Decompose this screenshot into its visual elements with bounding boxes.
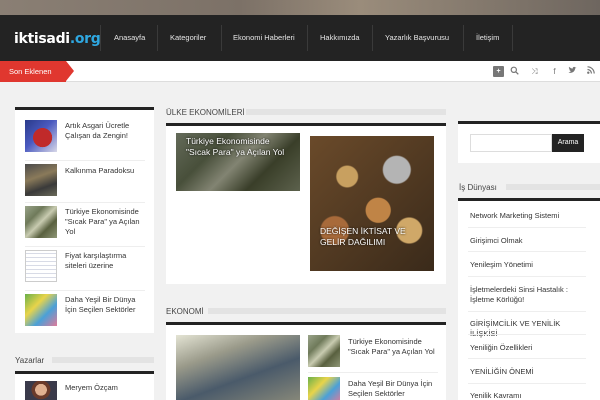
feature-title-gelir-dagilimi[interactable]: DEĞİŞEN İKTİSAT VE GELİR DAĞILIMI: [320, 226, 420, 248]
logo-tld-text: .org: [69, 31, 101, 47]
heading-bar: [208, 308, 446, 314]
shuffle-icon[interactable]: ⤨: [529, 66, 540, 77]
post-title[interactable]: Türkiye Ekonomisinde "Sıcak Para" ya Açı…: [348, 337, 440, 357]
feature-image-gelir-dagilimi[interactable]: [310, 136, 434, 271]
feature-title-sicak-para[interactable]: Türkiye Ekonomisinde "Sıcak Para" ya Açı…: [186, 136, 296, 158]
thumbnail-image[interactable]: [25, 120, 57, 152]
nav-anasayfa[interactable]: Anasayfa: [114, 33, 145, 42]
nav-divider: [463, 25, 464, 51]
authors-widget: Meryem Özçam: [15, 371, 154, 400]
post-title[interactable]: Fiyat karşılaştırma siteleri üzerine: [65, 251, 147, 271]
nav-divider: [100, 25, 101, 51]
site-logo[interactable]: iktisadi.org: [14, 31, 101, 47]
heading-bar: [52, 357, 154, 363]
post-title[interactable]: Kalkınma Paradoksu: [65, 166, 147, 176]
nav-yazarlik-basvurusu[interactable]: Yazarlık Başvurusu: [385, 33, 449, 42]
nav-divider: [372, 25, 373, 51]
thumbnail-image[interactable]: [308, 335, 340, 367]
author-name[interactable]: Meryem Özçam: [65, 383, 147, 393]
search-icon[interactable]: [509, 66, 520, 77]
post-title[interactable]: Artık Asgari Ücretle Çalışan da Zengin!: [65, 121, 147, 141]
link-girisimci-olmak[interactable]: Girişimci Olmak: [470, 236, 585, 246]
search-input[interactable]: [470, 134, 552, 152]
divider: [468, 276, 586, 277]
is-dunyasi-heading: İş Dünyası: [459, 183, 497, 192]
thumbnail-image[interactable]: [25, 250, 57, 282]
nav-iletisim[interactable]: İletişim: [476, 33, 499, 42]
divider: [308, 372, 438, 373]
logo-main-text: iktisadi: [14, 31, 70, 47]
post-title[interactable]: Daha Yeşil Bir Dünya İçin Seçilen Sektör…: [348, 379, 440, 399]
list-item[interactable]: Artık Asgari Ücretle Çalışan da Zengin!: [25, 120, 145, 157]
divider: [468, 251, 586, 252]
divider: [25, 202, 145, 203]
divider: [25, 290, 145, 291]
nav-kategoriler[interactable]: Kategoriler: [170, 33, 206, 42]
list-item[interactable]: Kalkınma Paradoksu: [25, 164, 145, 201]
divider: [25, 160, 145, 161]
divider: [468, 334, 586, 335]
list-item[interactable]: Türkiye Ekonomisinde "Sıcak Para" ya Açı…: [25, 206, 145, 243]
list-item[interactable]: Fiyat karşılaştırma siteleri üzerine: [25, 250, 145, 287]
top-banner-strip: [0, 0, 600, 15]
thumbnail-image[interactable]: [25, 206, 57, 238]
list-item[interactable]: Daha Yeşil Bir Dünya İçin Seçilen Sektör…: [25, 294, 145, 331]
link-girisimcilik-yenilik[interactable]: GİRİŞİMCİLİK VE YENİLİK İLİŞKİSİ: [470, 319, 585, 339]
link-isletme-korlugu[interactable]: İşletmelerdeki Sinsi Hastalık : İşletme …: [470, 285, 585, 305]
feature-image-ekonomi[interactable]: [176, 335, 300, 400]
link-yenilesim-yonetimi[interactable]: Yenileşim Yönetimi: [470, 260, 585, 270]
ekonomi-panel: Türkiye Ekonomisinde "Sıcak Para" ya Açı…: [166, 322, 446, 400]
avatar[interactable]: [25, 381, 57, 400]
divider: [468, 227, 586, 228]
twitter-icon[interactable]: [567, 66, 578, 77]
rss-icon[interactable]: [585, 66, 596, 77]
thumbnail-image[interactable]: [25, 164, 57, 196]
facebook-icon[interactable]: f: [549, 66, 560, 77]
nav-divider: [221, 25, 222, 51]
divider: [25, 246, 145, 247]
heading-bar: [506, 184, 600, 190]
link-network-marketing[interactable]: Network Marketing Sistemi: [470, 211, 585, 221]
divider: [468, 358, 586, 359]
ulke-ekonomileri-panel: Türkiye Ekonomisinde "Sıcak Para" ya Açı…: [166, 123, 446, 284]
nav-divider: [512, 25, 513, 51]
post-title[interactable]: Türkiye Ekonomisinde "Sıcak Para" ya Açı…: [65, 207, 147, 237]
link-yenilik-kavrami[interactable]: Yenilik Kavramı: [470, 391, 585, 400]
link-yeniligin-onemi[interactable]: YENİLİĞİN ÖNEMİ: [470, 367, 585, 377]
link-yeniligin-ozellikleri[interactable]: Yeniliğin Özellikleri: [470, 343, 585, 353]
ticker-bar: Son Eklenen + ⤨ f: [0, 61, 600, 82]
plus-icon[interactable]: +: [493, 66, 504, 77]
divider: [468, 383, 586, 384]
son-eklenen-label: Son Eklenen: [0, 61, 74, 82]
main-navbar: iktisadi.org Anasayfa Kategoriler Ekonom…: [0, 15, 600, 61]
nav-divider: [157, 25, 158, 51]
divider: [468, 311, 586, 312]
nav-divider: [307, 25, 308, 51]
section-title-ulke-ekonomileri[interactable]: ÜLKE EKONOMİLERİ: [166, 108, 245, 117]
authors-heading: Yazarlar: [15, 356, 45, 365]
recent-posts-widget: Artık Asgari Ücretle Çalışan da Zengin! …: [15, 107, 154, 333]
thumbnail-image[interactable]: [308, 377, 340, 400]
thumbnail-image[interactable]: [25, 294, 57, 326]
post-title[interactable]: Daha Yeşil Bir Dünya İçin Seçilen Sektör…: [65, 295, 147, 315]
search-button[interactable]: Arama: [552, 134, 584, 152]
nav-ekonomi-haberleri[interactable]: Ekonomi Haberleri: [233, 33, 295, 42]
nav-hakkimizda[interactable]: Hakkımızda: [320, 33, 360, 42]
section-title-ekonomi[interactable]: EKONOMİ: [166, 307, 204, 316]
heading-bar: [246, 109, 446, 115]
